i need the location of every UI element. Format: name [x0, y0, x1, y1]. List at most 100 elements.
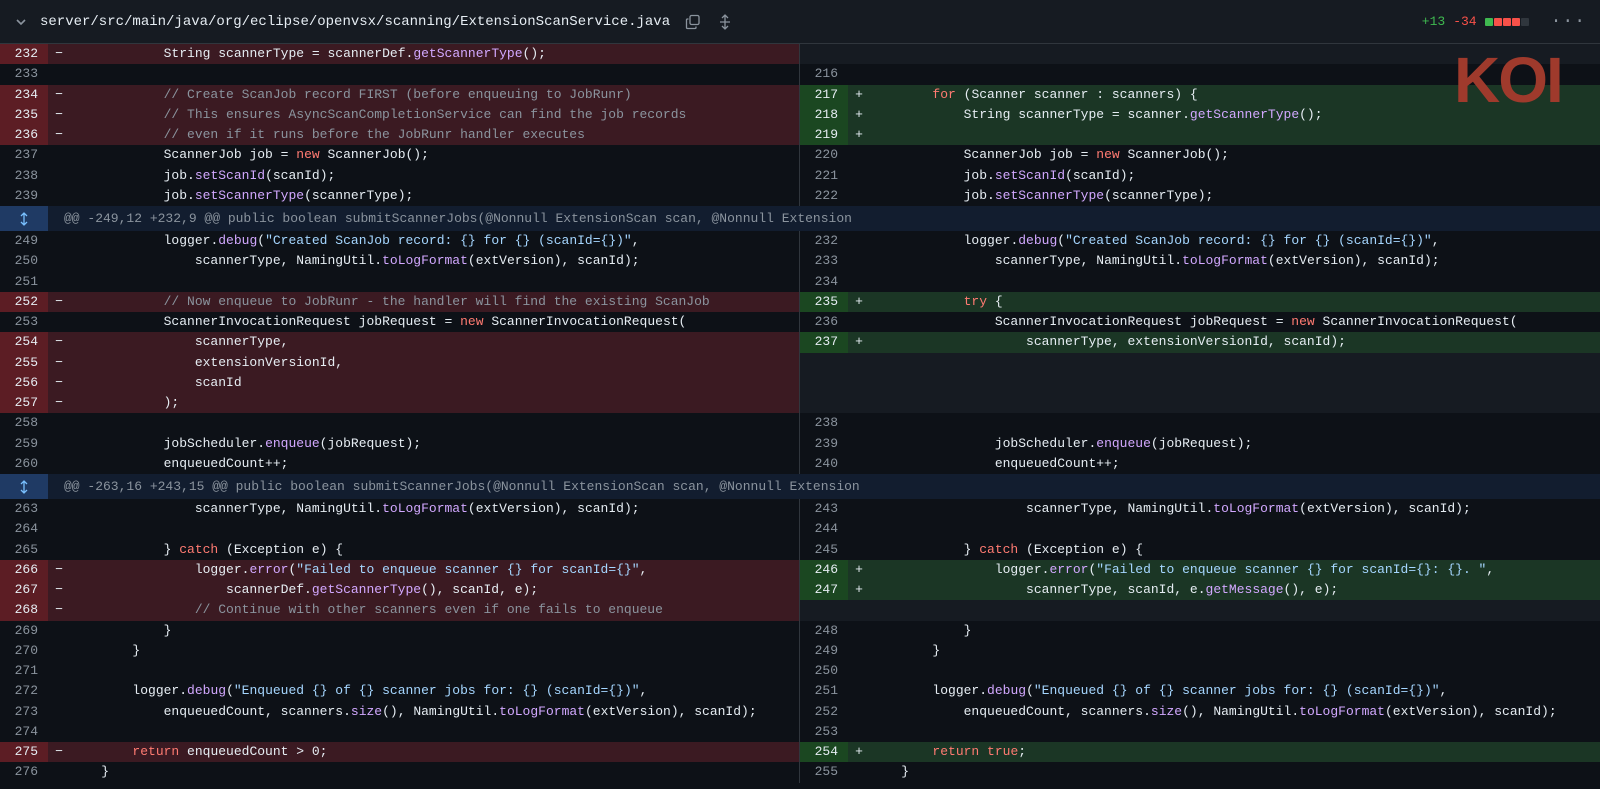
line-number[interactable]: 238 — [800, 413, 848, 433]
line-number[interactable]: 222 — [800, 186, 848, 206]
line-number[interactable]: 251 — [0, 272, 48, 292]
more-options-button[interactable]: ··· — [1551, 12, 1586, 32]
line-number[interactable]: 234 — [0, 84, 48, 105]
line-number[interactable]: 237 — [800, 332, 848, 353]
diff-marker: − — [48, 559, 70, 580]
code-line: ScannerInvocationRequest jobRequest = ne… — [994, 314, 1518, 329]
line-number[interactable]: 263 — [0, 499, 48, 519]
line-number[interactable]: 260 — [0, 454, 48, 474]
line-number[interactable]: 276 — [0, 762, 48, 782]
line-number[interactable]: 218 — [800, 104, 848, 125]
line-number[interactable]: 264 — [0, 519, 48, 539]
line-number[interactable]: 250 — [0, 251, 48, 271]
line-number[interactable]: 273 — [0, 702, 48, 722]
line-number[interactable]: 217 — [800, 84, 848, 105]
code-line: scannerType, NamingUtil.toLogFormat(extV… — [194, 253, 640, 269]
line-number[interactable]: 269 — [0, 621, 48, 641]
line-number[interactable]: 249 — [0, 231, 48, 251]
line-number[interactable]: 221 — [800, 166, 848, 186]
line-number[interactable]: 252 — [800, 702, 848, 722]
line-number[interactable]: 239 — [800, 434, 848, 454]
line-number[interactable]: 253 — [0, 312, 48, 332]
diff-left-side: 252− // Now enqueue to JobRunr - the han… — [0, 291, 800, 312]
line-number[interactable] — [800, 373, 848, 393]
line-number[interactable]: 235 — [0, 104, 48, 125]
line-number[interactable]: 236 — [800, 312, 848, 332]
line-number[interactable]: 240 — [800, 454, 848, 474]
code-line: extensionVersionId, — [70, 352, 799, 373]
code-line: String scannerType = scannerDef.getScann… — [70, 44, 799, 65]
expand-hunk-icon[interactable] — [0, 474, 48, 499]
diff-marker — [48, 312, 70, 332]
line-number[interactable]: 275 — [0, 742, 48, 763]
line-number[interactable]: 249 — [800, 641, 848, 661]
line-number[interactable]: 267 — [0, 580, 48, 601]
hunk-header-text: @@ -263,16 +243,15 @@ public boolean sub… — [64, 479, 860, 494]
line-number[interactable]: 255 — [800, 762, 848, 782]
line-number[interactable] — [800, 393, 848, 413]
line-number[interactable] — [800, 600, 848, 620]
code-line: scannerType, extensionVersionId, scanId)… — [870, 332, 1600, 353]
diff-marker — [48, 702, 70, 722]
line-number[interactable]: 271 — [0, 661, 48, 681]
line-number[interactable]: 235 — [800, 291, 848, 312]
line-number[interactable]: 232 — [800, 231, 848, 251]
diff-marker — [48, 413, 70, 433]
diff-row: 263 scannerType, NamingUtil.toLogFormat(… — [0, 499, 1600, 520]
copy-icon[interactable] — [684, 13, 702, 31]
line-number[interactable]: 254 — [0, 332, 48, 353]
line-number[interactable]: 268 — [0, 600, 48, 621]
line-number[interactable]: 253 — [800, 722, 848, 742]
file-path[interactable]: server/src/main/java/org/eclipse/openvsx… — [40, 14, 670, 30]
line-number[interactable] — [800, 44, 848, 64]
line-number[interactable]: 233 — [800, 251, 848, 271]
line-number[interactable]: 237 — [0, 145, 48, 165]
line-number[interactable]: 252 — [0, 291, 48, 312]
diff-marker: + — [848, 125, 870, 146]
line-number[interactable]: 259 — [0, 434, 48, 454]
line-number[interactable]: 239 — [0, 186, 48, 206]
diff-row: 275− return enqueuedCount > 0; 254 + retur… — [0, 742, 1600, 763]
line-number[interactable]: 258 — [0, 413, 48, 433]
line-number[interactable]: 272 — [0, 681, 48, 701]
line-number[interactable]: 245 — [800, 540, 848, 560]
diff-left-side: 238 job.setScanId(scanId); — [0, 165, 800, 186]
expand-all-icon[interactable] — [716, 13, 734, 31]
line-number[interactable]: 250 — [800, 661, 848, 681]
line-number[interactable]: 247 — [800, 580, 848, 601]
diff-right-side: 219 + — [800, 125, 1600, 146]
line-number[interactable]: 232 — [0, 44, 48, 65]
line-number[interactable]: 270 — [0, 641, 48, 661]
chevron-down-icon[interactable] — [14, 15, 28, 29]
line-number[interactable]: 246 — [800, 559, 848, 580]
diff-row: 234− // Create ScanJob record FIRST (bef… — [0, 84, 1600, 105]
line-number[interactable]: 266 — [0, 559, 48, 580]
line-number[interactable] — [800, 353, 848, 373]
line-number[interactable]: 255 — [0, 352, 48, 373]
diff-marker — [848, 312, 870, 332]
line-number[interactable]: 234 — [800, 272, 848, 292]
line-number[interactable]: 219 — [800, 125, 848, 146]
line-number[interactable]: 236 — [0, 125, 48, 146]
diff-left-side: 257− ); — [0, 393, 800, 414]
diff-row: 258 238 — [0, 413, 1600, 434]
line-number[interactable]: 257 — [0, 393, 48, 414]
diff-row: 254− scannerType, 237 + scannerType, exten… — [0, 332, 1600, 353]
line-number[interactable]: 256 — [0, 372, 48, 393]
line-number[interactable]: 265 — [0, 540, 48, 560]
line-number[interactable]: 274 — [0, 722, 48, 742]
line-number[interactable]: 216 — [800, 64, 848, 84]
expand-hunk-icon[interactable] — [0, 206, 48, 231]
line-number[interactable]: 244 — [800, 519, 848, 539]
line-number[interactable]: 233 — [0, 64, 48, 84]
line-number[interactable]: 238 — [0, 166, 48, 186]
line-number[interactable]: 248 — [800, 621, 848, 641]
diff-row: 235− // This ensures AsyncScanCompletion… — [0, 104, 1600, 125]
line-number[interactable]: 254 — [800, 742, 848, 763]
line-number[interactable]: 251 — [800, 681, 848, 701]
diff-row: 256− scanId — [0, 372, 1600, 393]
line-number[interactable]: 243 — [800, 499, 848, 519]
line-number[interactable]: 220 — [800, 145, 848, 165]
diff-right-side: 250 — [800, 661, 1600, 681]
